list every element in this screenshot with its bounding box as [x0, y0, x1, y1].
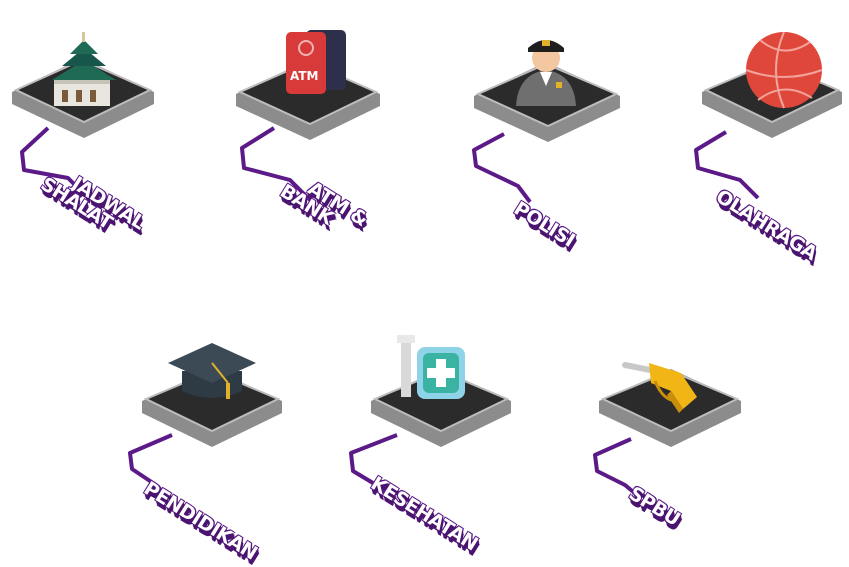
basketball-icon — [745, 31, 823, 109]
tile-kesehatan[interactable]: KESEHATAN — [345, 335, 511, 555]
police-officer-icon — [516, 40, 576, 106]
tile-pendidikan[interactable]: PENDIDIKAN — [116, 335, 282, 564]
tile-spbu[interactable]: SPBU — [585, 335, 745, 535]
tile-olahraga[interactable]: OLAHRAGA — [688, 30, 848, 265]
tile-atm-bank[interactable]: ATM ATM & BANK — [232, 30, 392, 231]
category-map: JADWAL SHALAT ATM ATM & BANK POLISI OLAH… — [0, 0, 849, 567]
atm-card-text: ATM — [290, 69, 318, 83]
tile-jadwal-shalat[interactable]: JADWAL SHALAT — [8, 30, 168, 234]
tile-polisi[interactable]: POLISI — [470, 30, 630, 252]
